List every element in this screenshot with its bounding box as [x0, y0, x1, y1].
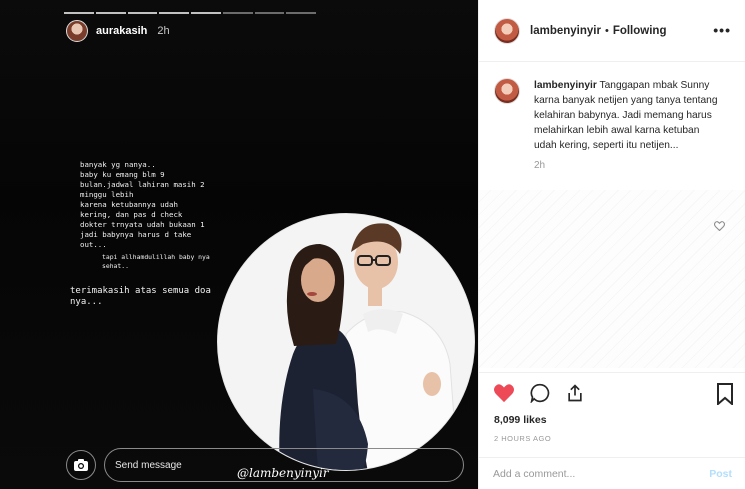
- story-text-line: dokter trnyata udah bukaan 1: [80, 220, 205, 229]
- story-username[interactable]: aurakasih: [96, 25, 147, 37]
- heart-filled-icon[interactable]: [493, 383, 515, 403]
- following-button[interactable]: Following: [613, 25, 667, 37]
- post-button[interactable]: Post: [709, 468, 732, 480]
- story-text-line: minggu lebih: [80, 190, 134, 199]
- header-separator: •: [604, 24, 609, 37]
- progress-segment: [95, 12, 126, 14]
- comment-input[interactable]: Add a comment...: [493, 468, 709, 480]
- camera-button[interactable]: [66, 450, 96, 480]
- story-text-line: baby ku emang blm 9: [80, 170, 165, 179]
- posted-time: 2 HOURS AGO: [494, 434, 552, 443]
- progress-segment: [222, 12, 253, 14]
- comment-icon[interactable]: [529, 383, 551, 403]
- story-text-line: kering, dan pas d check: [80, 210, 183, 219]
- story-time: 2h: [157, 25, 170, 37]
- header-username[interactable]: lambenyinyir: [530, 25, 601, 37]
- story-footer: Send message: [66, 448, 464, 482]
- caption-avatar[interactable]: [494, 78, 520, 104]
- avatar[interactable]: [494, 17, 520, 44]
- story-text-line: karena ketubannya udah: [80, 200, 178, 209]
- story-viewer: aurakasih 2h banyak yg nanya.. baby ku e…: [0, 0, 478, 489]
- progress-segment: [127, 12, 158, 14]
- add-comment-bar: Add a comment... Post: [479, 457, 745, 489]
- send-message-placeholder: Send message: [115, 459, 182, 471]
- more-options-icon[interactable]: •••: [713, 22, 731, 38]
- story-text-line: bulan.jadwal lahiran masih 2: [80, 180, 205, 189]
- progress-segment: [64, 12, 94, 14]
- story-progress-bar: [64, 12, 316, 14]
- comments-area: [479, 190, 745, 368]
- save-bookmark-icon: [717, 383, 733, 407]
- post-panel: lambenyinyir • Following ••• lambenyinyi…: [478, 0, 745, 489]
- caption-block: lambenyinyir Tanggapan mbak Sunny karna …: [479, 62, 745, 153]
- caption-username[interactable]: lambenyinyir: [534, 80, 597, 91]
- bookmark-icon[interactable]: [716, 383, 734, 410]
- camera-icon: [74, 459, 88, 471]
- story-header: aurakasih 2h: [66, 20, 170, 42]
- post-actions: 8,099 likes 2 HOURS AGO Add a comment...…: [479, 372, 745, 489]
- couple-photo: [217, 213, 475, 471]
- caption-time: 2h: [534, 160, 546, 171]
- share-icon[interactable]: [565, 383, 585, 403]
- caption-text: lambenyinyir Tanggapan mbak Sunny karna …: [534, 78, 719, 153]
- story-text-line: out...: [80, 240, 107, 249]
- story-text-line: banyak yg nanya..: [80, 160, 156, 169]
- story-avatar[interactable]: [66, 20, 88, 42]
- heart-outline-small-icon: [713, 221, 726, 232]
- likes-count[interactable]: 8,099 likes: [494, 414, 547, 426]
- action-icons: [493, 383, 585, 403]
- progress-segment: [159, 12, 189, 14]
- post-header: lambenyinyir • Following •••: [479, 0, 745, 62]
- progress-segment: [191, 12, 221, 14]
- progress-segment: [254, 12, 285, 14]
- couple-photo-illustration: [218, 214, 474, 470]
- story-text-line: jadi babynya harus d take: [80, 230, 192, 239]
- progress-segment: [286, 12, 316, 14]
- like-comment-icon[interactable]: [713, 218, 726, 236]
- send-message-input[interactable]: Send message: [104, 448, 464, 482]
